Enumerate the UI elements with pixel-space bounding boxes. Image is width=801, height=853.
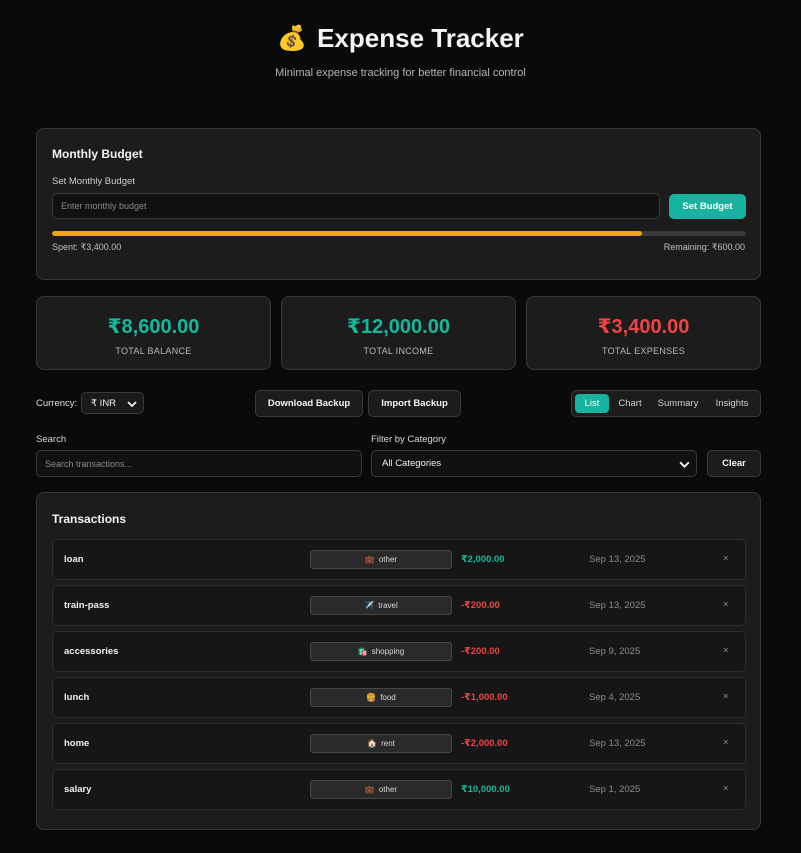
- app-subtitle: Minimal expense tracking for better fina…: [275, 67, 526, 79]
- delete-icon[interactable]: ×: [723, 599, 729, 610]
- category-filter-select[interactable]: All Categories: [371, 450, 697, 477]
- chevron-down-icon: [127, 401, 137, 408]
- category-icon: 💼: [364, 555, 375, 564]
- total-income-label: TOTAL INCOME: [363, 346, 434, 356]
- set-budget-button[interactable]: Set Budget: [669, 194, 746, 219]
- tab-insights[interactable]: Insights: [708, 394, 756, 413]
- currency-label: Currency:: [36, 398, 78, 409]
- app-title: Expense Tracker: [317, 22, 524, 53]
- view-tabs: List Chart Summary Insights: [571, 390, 761, 417]
- transaction-date: Sep 9, 2025: [589, 646, 641, 657]
- category-badge: ✈️ travel: [310, 596, 452, 615]
- transaction-name: lunch: [64, 692, 90, 703]
- category-label: food: [380, 693, 396, 702]
- category-filter-label: Filter by Category: [371, 434, 446, 445]
- budget-card: Monthly Budget Set Monthly Budget Set Bu…: [36, 128, 761, 280]
- transaction-row: loan 💼 other ₹2,000.00 Sep 13, 2025 ×: [52, 539, 746, 580]
- tab-summary[interactable]: Summary: [652, 394, 704, 413]
- transaction-date: Sep 13, 2025: [589, 600, 646, 611]
- total-balance-card: ₹8,600.00 TOTAL BALANCE: [36, 296, 271, 370]
- transaction-row: lunch 🍔 food -₹1,000.00 Sep 4, 2025 ×: [52, 677, 746, 718]
- category-badge: 🏠 rent: [310, 734, 452, 753]
- tab-list[interactable]: List: [575, 394, 609, 413]
- transaction-date: Sep 13, 2025: [589, 738, 646, 749]
- transaction-amount: ₹10,000.00: [461, 784, 510, 795]
- total-expenses-value: ₹3,400.00: [597, 316, 690, 338]
- page-title: 💰 Expense Tracker: [0, 22, 801, 54]
- transaction-amount: -₹200.00: [461, 646, 500, 657]
- total-balance-value: ₹8,600.00: [107, 316, 200, 338]
- transaction-name: salary: [64, 784, 92, 795]
- category-label: shopping: [371, 647, 405, 656]
- delete-icon[interactable]: ×: [723, 553, 729, 564]
- total-expenses-label: TOTAL EXPENSES: [601, 346, 686, 356]
- category-icon: 🏠: [367, 739, 378, 748]
- category-badge: 💼 other: [310, 780, 452, 799]
- transaction-row: train-pass ✈️ travel -₹200.00 Sep 13, 2025 ×: [52, 585, 746, 626]
- search-input[interactable]: [36, 450, 362, 477]
- total-expenses-card: ₹3,400.00 TOTAL EXPENSES: [526, 296, 761, 370]
- download-backup-button[interactable]: Download Backup: [255, 390, 363, 417]
- budget-progress-fill: [52, 231, 642, 236]
- category-badge: 🍔 food: [310, 688, 452, 707]
- transaction-name: accessories: [64, 646, 119, 657]
- transaction-amount: -₹2,000.00: [461, 738, 508, 749]
- transactions-card: Transactions loan 💼 other ₹2,000.00 Sep 13, …: [36, 492, 761, 830]
- category-filter-value: All Categories: [382, 458, 442, 469]
- transaction-date: Sep 1, 2025: [589, 784, 641, 795]
- budget-progress-bar: [52, 231, 746, 236]
- total-balance-label: TOTAL BALANCE: [115, 346, 192, 356]
- page-header: 💰 Expense Tracker Minimal expense tracki…: [0, 22, 801, 80]
- delete-icon[interactable]: ×: [723, 691, 729, 702]
- transaction-name: loan: [64, 554, 84, 565]
- category-label: other: [378, 785, 398, 794]
- transaction-amount: -₹1,000.00: [461, 692, 508, 703]
- money-bag-icon: 💰: [277, 24, 308, 52]
- transaction-date: Sep 4, 2025: [589, 692, 641, 703]
- category-badge: 💼 other: [310, 550, 452, 569]
- category-label: other: [378, 555, 398, 564]
- transaction-row: salary 💼 other ₹10,000.00 Sep 1, 2025 ×: [52, 769, 746, 810]
- transaction-amount: -₹200.00: [461, 600, 500, 611]
- budget-input-label: Set Monthly Budget: [52, 176, 135, 187]
- clear-filters-button[interactable]: Clear: [707, 450, 761, 477]
- category-label: rent: [381, 739, 395, 748]
- currency-value: ₹ INR: [91, 397, 117, 409]
- total-income-value: ₹12,000.00: [347, 316, 450, 338]
- transaction-amount: ₹2,000.00: [461, 554, 505, 565]
- transaction-row: home 🏠 rent -₹2,000.00 Sep 13, 2025 ×: [52, 723, 746, 764]
- transaction-date: Sep 13, 2025: [589, 554, 646, 565]
- category-icon: ✈️: [364, 601, 375, 610]
- category-icon: 💼: [364, 785, 375, 794]
- category-icon: 🛍️: [357, 647, 368, 656]
- budget-heading: Monthly Budget: [52, 147, 143, 161]
- budget-spent: Spent: ₹3,400.00: [52, 242, 122, 252]
- total-income-card: ₹12,000.00 TOTAL INCOME: [281, 296, 516, 370]
- currency-select[interactable]: ₹ INR: [81, 392, 144, 414]
- category-icon: 🍔: [366, 693, 377, 702]
- transaction-name: train-pass: [64, 600, 110, 611]
- chevron-down-icon: [679, 461, 690, 469]
- category-label: travel: [378, 601, 398, 610]
- transaction-name: home: [64, 738, 90, 749]
- delete-icon[interactable]: ×: [723, 737, 729, 748]
- delete-icon[interactable]: ×: [723, 645, 729, 656]
- delete-icon[interactable]: ×: [723, 783, 729, 794]
- transaction-row: accessories 🛍️ shopping -₹200.00 Sep 9, 2025…: [52, 631, 746, 672]
- search-label: Search: [36, 434, 67, 445]
- import-backup-button[interactable]: Import Backup: [368, 390, 461, 417]
- budget-input[interactable]: [52, 193, 660, 219]
- budget-remaining: Remaining: ₹600.00: [663, 242, 745, 252]
- transactions-heading: Transactions: [52, 512, 127, 526]
- category-badge: 🛍️ shopping: [310, 642, 452, 661]
- tab-chart[interactable]: Chart: [612, 394, 648, 413]
